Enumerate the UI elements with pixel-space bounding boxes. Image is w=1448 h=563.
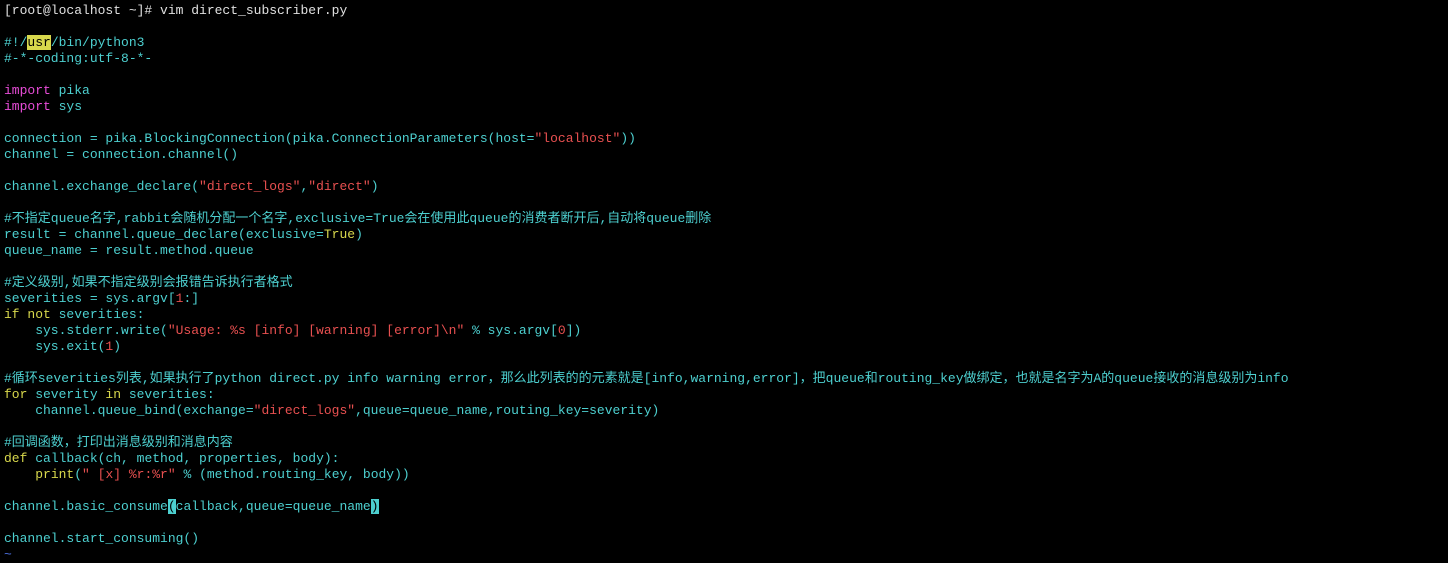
keyword: import [4, 99, 51, 114]
code-line: pika [51, 83, 90, 98]
string: "direct_logs" [254, 403, 355, 418]
code-line: ]) [566, 323, 582, 338]
code-line: channel.exchange_declare( [4, 179, 199, 194]
keyword: for [4, 387, 27, 402]
string: "direct" [308, 179, 370, 194]
code-line: channel.basic_consume [4, 499, 168, 514]
code-line: queue_name = result.method.queue [4, 243, 254, 258]
comment: #循环severities列表,如果执行了python direct.py in… [4, 371, 1289, 386]
number: 0 [558, 323, 566, 338]
cursor: ) [371, 499, 379, 514]
match-paren: ( [168, 499, 176, 514]
code-line: severity [27, 387, 105, 402]
code-line: % (method.routing_key, body)) [176, 467, 410, 482]
code-line: channel.queue_bind(exchange= [4, 403, 254, 418]
keyword: import [4, 83, 51, 98]
function-name: callback [35, 451, 97, 466]
string: "localhost" [535, 131, 621, 146]
constant: True [324, 227, 355, 242]
code-line [4, 467, 35, 482]
code-line: ( [74, 467, 82, 482]
shell-prompt-line: [root@localhost ~]# vim direct_subscribe… [4, 3, 347, 18]
code-line: sys.stderr.write( [4, 323, 168, 338]
builtin: print [35, 467, 74, 482]
comment: #回调函数，打印出消息级别和消息内容 [4, 435, 233, 450]
code-line: result = channel.queue_declare(exclusive… [4, 227, 324, 242]
comment: #不指定queue名字,rabbit会随机分配一个名字,exclusive=Tr… [4, 211, 711, 226]
tilde-line: ~ [4, 547, 12, 562]
code-line: ,queue=queue_name,routing_key=severity) [355, 403, 659, 418]
code-line: channel = connection.channel() [4, 147, 238, 162]
comment: #定义级别,如果不指定级别会报错告诉执行者格式 [4, 275, 293, 290]
keyword: in [105, 387, 121, 402]
code-line: % sys.argv[ [464, 323, 558, 338]
code-line: #-*-coding:utf-8-*- [4, 51, 152, 66]
code-line: (ch, method, properties, body): [98, 451, 340, 466]
code-line: severities = sys.argv[ [4, 291, 176, 306]
code-line: /bin/python3 [51, 35, 145, 50]
string: "direct_logs" [199, 179, 300, 194]
search-highlight: usr [27, 35, 50, 50]
code-line: sys [51, 99, 82, 114]
code-line: #!/ [4, 35, 27, 50]
keyword: if [4, 307, 20, 322]
keyword: def [4, 451, 27, 466]
code-line: connection = pika.BlockingConnection(pik… [4, 131, 535, 146]
code-line: channel.start_consuming() [4, 531, 199, 546]
string: " [x] %r:%r" [82, 467, 176, 482]
code-line: callback,queue=queue_name [176, 499, 371, 514]
code-line: severities: [121, 387, 215, 402]
code-line: ) [113, 339, 121, 354]
code-line: ) [371, 179, 379, 194]
code-line: ) [355, 227, 363, 242]
code-line: :] [183, 291, 199, 306]
code-line: )) [620, 131, 636, 146]
code-line: severities: [51, 307, 145, 322]
terminal-editor[interactable]: [root@localhost ~]# vim direct_subscribe… [0, 0, 1448, 563]
keyword: not [27, 307, 50, 322]
code-line: sys.exit( [4, 339, 105, 354]
string: "Usage: %s [info] [warning] [error]\n" [168, 323, 464, 338]
